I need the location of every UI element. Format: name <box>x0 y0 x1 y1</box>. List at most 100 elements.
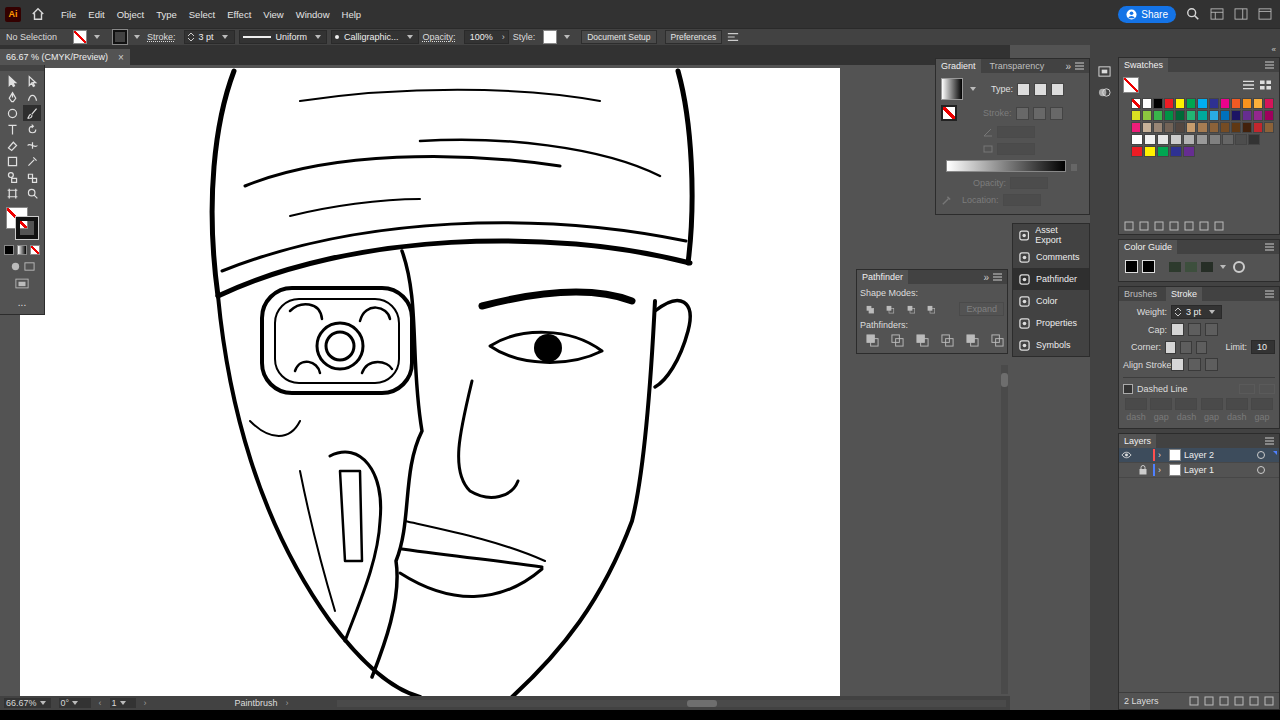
opacity-field[interactable]: 100% › <box>464 30 509 44</box>
dash-field[interactable] <box>1251 398 1273 410</box>
swatch[interactable] <box>1153 110 1163 121</box>
swatch[interactable] <box>1144 134 1156 145</box>
panel-menu-icon[interactable] <box>993 273 1002 281</box>
stroke-label[interactable]: Stroke: <box>147 32 176 42</box>
swatch[interactable] <box>1248 134 1260 145</box>
delete-icon[interactable] <box>1214 221 1224 231</box>
layer-row[interactable]: › Layer 2 <box>1119 448 1279 463</box>
panel-menu-icon[interactable] <box>1075 62 1084 70</box>
swatch[interactable] <box>1144 146 1156 157</box>
new-sublayer-icon[interactable] <box>1234 696 1244 706</box>
dash-align-icon[interactable] <box>1239 384 1255 394</box>
artboard-field[interactable]: 1 <box>110 698 136 708</box>
align-button[interactable] <box>1171 358 1184 371</box>
color-group-icon[interactable] <box>1169 221 1179 231</box>
weight-field[interactable]: 3 pt <box>1171 305 1222 319</box>
corner-button[interactable] <box>1165 341 1177 354</box>
swatch[interactable] <box>1142 110 1152 121</box>
pathfinder-icon[interactable] <box>991 334 1004 347</box>
guide-swatch[interactable] <box>1201 262 1213 272</box>
arrange-icon[interactable] <box>726 31 740 43</box>
menu-item[interactable]: Effect <box>227 9 251 20</box>
draw-mode-icon[interactable] <box>10 261 21 272</box>
tool-button[interactable] <box>23 185 41 201</box>
spinner-icon[interactable] <box>188 32 194 42</box>
swatch[interactable] <box>1153 98 1163 109</box>
artboards-icon[interactable] <box>1098 65 1111 78</box>
workspace-icon[interactable] <box>1234 8 1248 20</box>
close-tab-button[interactable]: × <box>118 52 124 63</box>
tool-button[interactable] <box>23 105 41 121</box>
lock-icon[interactable] <box>1139 465 1147 475</box>
swatch[interactable] <box>1186 122 1196 133</box>
previous-artboard-icon[interactable]: ‹ <box>99 698 102 708</box>
layer-name[interactable]: Layer 1 <box>1184 465 1214 475</box>
guide-swatch[interactable] <box>1169 262 1181 272</box>
export-icon[interactable] <box>1189 696 1199 706</box>
swatch[interactable] <box>1157 146 1169 157</box>
expand-button[interactable]: Expand <box>959 302 1004 316</box>
align-button[interactable] <box>1205 358 1218 371</box>
next-artboard-icon[interactable]: › <box>144 698 147 708</box>
control-button[interactable]: Preferences <box>665 30 723 44</box>
profile-dropdown[interactable]: Uniform <box>239 30 328 44</box>
swatch[interactable] <box>1131 134 1143 145</box>
home-icon[interactable] <box>31 7 45 21</box>
swatch[interactable] <box>1131 110 1141 121</box>
opacity-label[interactable]: Opacity: <box>423 32 456 42</box>
swatch[interactable] <box>1209 122 1219 133</box>
list-view-icon[interactable] <box>1243 80 1254 90</box>
shape-mode-icon[interactable] <box>907 303 915 316</box>
corner-button[interactable] <box>1180 341 1192 354</box>
fill-dropdown-icon[interactable] <box>94 35 100 39</box>
pathfinder-icon[interactable] <box>916 334 929 347</box>
swatch[interactable] <box>1170 146 1182 157</box>
grid-view-icon[interactable] <box>1260 80 1271 90</box>
zoom-field[interactable]: 66.67% <box>4 698 51 708</box>
arrange-documents-icon[interactable] <box>1210 8 1224 20</box>
collapsed-panel-button[interactable]: Color <box>1013 290 1089 312</box>
menu-item[interactable]: File <box>61 9 76 20</box>
tool-button[interactable] <box>23 73 41 89</box>
new-group-icon[interactable] <box>1184 221 1194 231</box>
swatch[interactable] <box>1264 122 1274 133</box>
swatch[interactable] <box>1197 98 1207 109</box>
menu-item[interactable]: View <box>263 9 283 20</box>
shape-mode-icon[interactable] <box>886 303 894 316</box>
fill-stroke-widget[interactable] <box>4 207 40 239</box>
gradient-type-button[interactable] <box>1051 83 1064 96</box>
swatch[interactable] <box>1253 122 1263 133</box>
swatch[interactable] <box>1253 98 1263 109</box>
stroke-gradient-button[interactable] <box>1033 107 1046 120</box>
panel-header[interactable]: GradientTransparency » <box>936 59 1089 73</box>
pathfinder-icon[interactable] <box>941 334 954 347</box>
tool-button[interactable] <box>23 121 41 137</box>
rotation-field[interactable]: 0° <box>59 698 91 708</box>
tool-button[interactable] <box>3 137 21 153</box>
swatch[interactable] <box>1131 146 1143 157</box>
tool-button[interactable] <box>3 185 21 201</box>
window-icon[interactable] <box>1258 8 1272 20</box>
swatch[interactable] <box>1197 110 1207 121</box>
menu-item[interactable]: Window <box>296 9 330 20</box>
visibility-eye-icon[interactable] <box>1121 451 1132 459</box>
panel-header[interactable]: Swatches <box>1119 58 1279 72</box>
stroke-dropdown-icon[interactable] <box>134 35 140 39</box>
tool-button[interactable] <box>23 89 41 105</box>
tool-button[interactable] <box>3 153 21 169</box>
gradient-slider[interactable] <box>946 160 1066 172</box>
dash-align-icon[interactable] <box>1259 384 1275 394</box>
collapsed-panel-button[interactable]: Symbols <box>1013 334 1089 356</box>
gradient-preview[interactable] <box>941 78 963 100</box>
stroke-weight-field[interactable]: 3 pt <box>184 30 235 44</box>
swatch[interactable] <box>1131 122 1141 133</box>
swatch[interactable] <box>1131 98 1141 109</box>
shape-mode-icon[interactable] <box>866 303 874 316</box>
clip-icon[interactable] <box>1219 696 1229 706</box>
tool-button[interactable] <box>23 153 41 169</box>
current-tool[interactable]: Paintbrush <box>235 698 278 708</box>
opacity-field[interactable] <box>1010 177 1048 189</box>
gradient-type-button[interactable] <box>1017 83 1030 96</box>
limit-field[interactable]: 10 <box>1251 340 1275 354</box>
delete-icon[interactable] <box>1264 696 1274 706</box>
